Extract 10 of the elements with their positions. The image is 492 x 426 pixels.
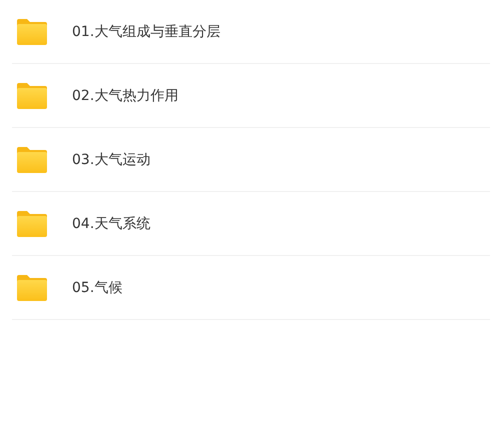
folder-name[interactable]: 02.大气热力作用 — [72, 86, 178, 104]
folder-icon — [16, 18, 48, 46]
folder-name[interactable]: 04.天气系统 — [72, 214, 150, 232]
folder-icon — [16, 146, 48, 174]
folder-icon — [16, 82, 48, 110]
folder-name[interactable]: 03.大气运动 — [72, 150, 150, 168]
folder-name[interactable]: 01.大气组成与垂直分层 — [72, 22, 220, 40]
folder-icon — [16, 274, 48, 302]
folder-name[interactable]: 05.气候 — [72, 278, 122, 296]
folder-icon — [16, 210, 48, 238]
